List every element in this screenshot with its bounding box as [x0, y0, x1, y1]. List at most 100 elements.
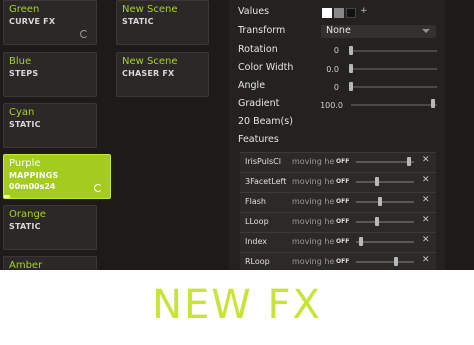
feature-slider[interactable]	[356, 221, 414, 223]
scene-card-amber[interactable]: Amber	[3, 256, 97, 270]
gradient-slider[interactable]	[351, 104, 437, 106]
feature-state-toggle[interactable]: OFF	[336, 198, 349, 205]
feature-state-toggle[interactable]: OFF	[336, 238, 349, 245]
feature-type: moving he...	[292, 177, 335, 186]
feature-slider[interactable]	[356, 261, 414, 263]
feature-slider[interactable]	[356, 161, 414, 163]
scene-name: Amber	[9, 260, 43, 270]
value-swatch-grey[interactable]	[334, 8, 344, 18]
scene-type: CHASER FX	[122, 69, 175, 78]
scene-name: Cyan	[9, 107, 35, 118]
rotation-slider[interactable]	[351, 50, 437, 52]
feature-name: 3FacetLeft	[245, 177, 287, 186]
transform-label: Transform	[238, 25, 286, 36]
scene-elapsed-time: 00m00s24	[9, 182, 56, 191]
features-list: IrisPulsClmoving he...OFF✕3FacetLeftmovi…	[240, 152, 436, 270]
scene-name: Green	[9, 4, 40, 15]
feature-slider-thumb[interactable]	[393, 257, 398, 266]
loop-icon	[80, 30, 88, 38]
beam-count: 20 Beam(s)	[238, 116, 293, 127]
feature-name: IrisPulsCl	[245, 157, 281, 166]
scene-card-green[interactable]: Green CURVE FX	[3, 0, 97, 45]
feature-row[interactable]: RLoop moving headOFF ✕	[240, 252, 436, 270]
angle-slider-thumb[interactable]	[349, 82, 353, 91]
feature-type: moving head	[292, 197, 335, 206]
feature-type: moving head	[292, 257, 335, 266]
app-window: Green CURVE FX Blue STEPS Cyan STATIC Pu…	[0, 0, 474, 270]
color-width-slider[interactable]	[351, 68, 437, 70]
feature-state-toggle[interactable]: OFF	[336, 158, 349, 165]
feature-name: Flash	[245, 197, 266, 206]
fx-properties-panel: Values + Transform None Rotation 0 Color…	[229, 0, 445, 270]
feature-row[interactable]: IrisPulsCl moving he...OFF ✕	[240, 152, 436, 170]
angle-label: Angle	[238, 80, 266, 91]
feature-type: moving head	[292, 217, 335, 226]
scene-card-new-scene-static[interactable]: New Scene STATIC	[116, 0, 209, 45]
feature-slider-thumb[interactable]	[358, 237, 363, 246]
gradient-label: Gradient	[238, 98, 280, 109]
scene-card-cyan[interactable]: Cyan STATIC	[3, 103, 97, 148]
close-icon[interactable]: ✕	[422, 235, 430, 245]
scene-type: CURVE FX	[9, 17, 56, 26]
scene-name: Blue	[9, 56, 32, 67]
page-title: NEW FX	[152, 282, 322, 328]
feature-state-toggle[interactable]: OFF	[336, 258, 349, 265]
color-width-value: 0.0	[326, 65, 339, 74]
feature-slider[interactable]	[356, 201, 414, 203]
scene-name: New Scene	[122, 56, 178, 67]
feature-type: moving head	[292, 237, 335, 246]
close-icon[interactable]: ✕	[422, 155, 430, 165]
transform-selected-value: None	[326, 25, 351, 36]
scene-type: STATIC	[122, 17, 154, 26]
angle-value: 0	[333, 83, 339, 92]
scrollbar[interactable]	[445, 0, 474, 270]
transform-dropdown[interactable]: None	[321, 25, 436, 38]
feature-slider-thumb[interactable]	[407, 157, 412, 166]
feature-slider-thumb[interactable]	[374, 217, 379, 226]
feature-row[interactable]: LLoop moving headOFF ✕	[240, 212, 436, 230]
feature-name: RLoop	[245, 257, 270, 266]
scene-card-orange[interactable]: Orange STATIC	[3, 205, 97, 250]
feature-row[interactable]: 3FacetLeft moving he...OFF ✕	[240, 172, 436, 190]
scene-card-blue[interactable]: Blue STEPS	[3, 52, 97, 97]
scene-type: STATIC	[9, 222, 41, 231]
rotation-value: 0	[333, 46, 339, 55]
close-icon[interactable]: ✕	[422, 175, 430, 185]
feature-slider-thumb[interactable]	[374, 177, 379, 186]
gradient-slider-thumb[interactable]	[431, 99, 435, 108]
feature-state-toggle[interactable]: OFF	[336, 218, 349, 225]
feature-row[interactable]: Flash moving headOFF ✕	[240, 192, 436, 210]
scene-name: New Scene	[122, 4, 178, 15]
scene-type: STEPS	[9, 69, 39, 78]
close-icon[interactable]: ✕	[422, 215, 430, 225]
values-label: Values	[238, 6, 270, 17]
color-width-slider-thumb[interactable]	[349, 64, 353, 73]
scene-card-new-scene-chaser[interactable]: New Scene CHASER FX	[116, 52, 209, 97]
close-icon[interactable]: ✕	[422, 255, 430, 265]
feature-slider-thumb[interactable]	[377, 197, 382, 206]
feature-name: Index	[245, 237, 268, 246]
angle-slider[interactable]	[351, 86, 437, 88]
rotation-label: Rotation	[238, 44, 278, 55]
feature-slider[interactable]	[356, 241, 414, 243]
scene-card-purple[interactable]: Purple MAPPINGS 00m00s24	[3, 154, 111, 199]
feature-row[interactable]: Index moving headOFF ✕	[240, 232, 436, 250]
value-swatch-white[interactable]	[322, 8, 332, 18]
feature-state-toggle[interactable]: OFF	[336, 178, 349, 185]
chevron-down-icon	[422, 29, 430, 33]
close-icon[interactable]: ✕	[422, 195, 430, 205]
gradient-value: 100.0	[320, 101, 343, 110]
scene-name: Orange	[9, 209, 46, 220]
feature-slider[interactable]	[356, 181, 414, 183]
scene-name: Purple	[9, 158, 41, 169]
add-value-button[interactable]: +	[360, 6, 368, 16]
feature-type: moving he...	[292, 157, 335, 166]
color-width-label: Color Width	[238, 62, 294, 73]
rotation-slider-thumb[interactable]	[349, 46, 353, 55]
active-indicator	[4, 195, 10, 198]
value-swatch-black[interactable]	[346, 8, 356, 18]
features-heading: Features	[238, 134, 279, 145]
scene-type: STATIC	[9, 120, 41, 129]
feature-name: LLoop	[245, 217, 269, 226]
scene-type: MAPPINGS	[9, 171, 59, 180]
